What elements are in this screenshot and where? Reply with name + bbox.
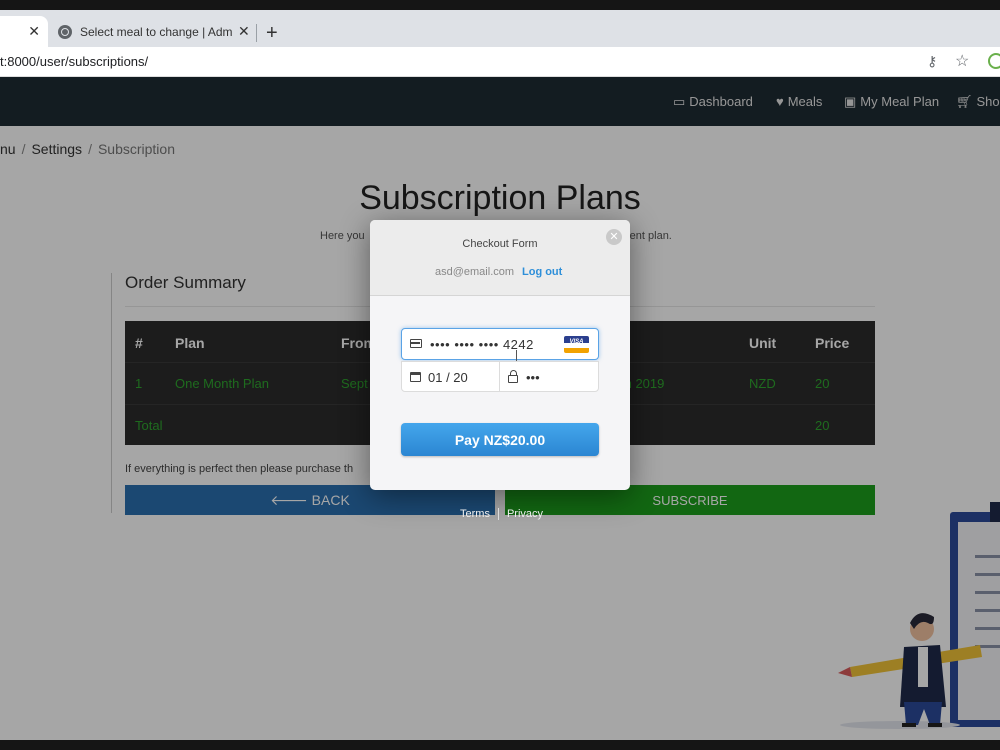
new-tab-button[interactable]: + <box>266 23 278 43</box>
checkout-modal: Checkout Form ✕ asd@email.com Log out ••… <box>370 220 630 490</box>
tab-admin[interactable]: Select meal to change | Admin Pa ✕ <box>50 16 255 47</box>
letterbox-bottom <box>0 740 1000 750</box>
close-icon[interactable]: ✕ <box>606 229 622 245</box>
checkout-title: Checkout Form <box>462 238 538 250</box>
card-number-value: •••• •••• •••• 4242 <box>430 337 534 352</box>
cvc-value: ••• <box>526 370 540 385</box>
expiry-value: 01 / 20 <box>428 370 468 385</box>
lock-icon <box>508 370 518 383</box>
star-icon[interactable]: ☆ <box>955 51 969 71</box>
footer-separator <box>497 508 499 521</box>
close-tab-icon[interactable]: ✕ <box>238 23 250 40</box>
address-bar: t:8000/user/subscriptions/ ⚷ ☆ <box>0 47 1000 77</box>
privacy-link[interactable]: Privacy <box>507 508 543 520</box>
checkout-footer-links: Terms Privacy <box>460 508 543 521</box>
browser-window: ✕ Select meal to change | Admin Pa ✕ + t… <box>0 0 1000 750</box>
credit-card-icon <box>410 339 422 348</box>
calendar-icon <box>410 372 421 382</box>
visa-logo-icon: VISA <box>564 336 589 353</box>
terms-link[interactable]: Terms <box>460 508 490 520</box>
cvc-field[interactable]: ••• <box>499 361 599 392</box>
key-icon[interactable]: ⚷ <box>927 53 937 70</box>
card-number-field[interactable]: •••• •••• •••• 4242 VISA <box>401 328 599 360</box>
url-input[interactable]: t:8000/user/subscriptions/ <box>0 54 148 69</box>
card-brand: VISA <box>569 339 584 345</box>
pay-button[interactable]: Pay NZ$20.00 <box>401 423 599 456</box>
tab-separator <box>256 24 257 42</box>
extension-icon[interactable] <box>988 53 1000 69</box>
tab-strip: ✕ Select meal to change | Admin Pa ✕ + <box>0 10 1000 47</box>
checkout-email: asd@email.com <box>435 266 515 278</box>
expiry-field[interactable]: 01 / 20 <box>401 361 500 392</box>
letterbox-top <box>0 0 1000 10</box>
close-tab-icon[interactable]: ✕ <box>28 23 40 40</box>
logout-link[interactable]: Log out <box>522 266 562 278</box>
tab-title: Select meal to change | Admin Pa <box>80 24 232 39</box>
tab-active[interactable]: ✕ <box>0 16 48 47</box>
checkout-header: Checkout Form ✕ asd@email.com Log out <box>370 220 630 296</box>
globe-icon <box>58 24 72 39</box>
